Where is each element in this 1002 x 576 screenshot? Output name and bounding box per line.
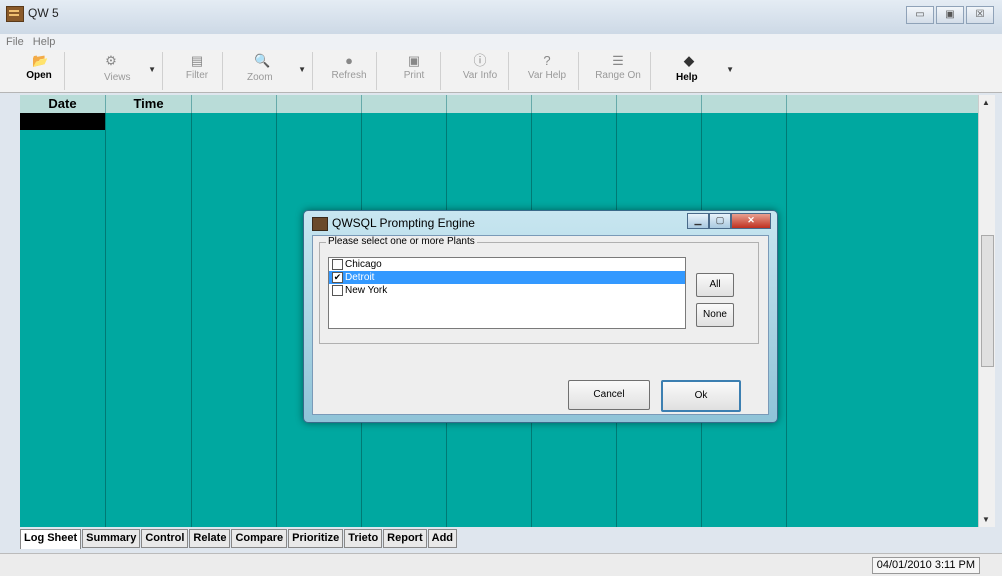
app-icon: [6, 6, 24, 22]
folder-icon: 📂: [32, 53, 49, 68]
header-time[interactable]: Time: [106, 95, 192, 113]
minimize-button[interactable]: ▭: [906, 6, 934, 24]
header-col-8[interactable]: [617, 95, 702, 113]
checkbox-new-york[interactable]: [332, 285, 343, 296]
selected-cell[interactable]: [20, 113, 105, 130]
dialog-body: Please select one or more Plants Chicago…: [312, 235, 769, 415]
refresh-button[interactable]: ● Refresh: [322, 52, 377, 90]
plants-listbox[interactable]: Chicago ✔ Detroit New York: [328, 257, 686, 329]
status-bar: 04/01/2010 3:11 PM: [0, 553, 1002, 576]
grid-column: [192, 113, 277, 527]
scroll-thumb[interactable]: [981, 235, 994, 367]
toolbar: 📂 Open ⚙ Views ▼ ▤ Filter 🔍 Zoom ▼ ● Ref…: [0, 50, 1002, 93]
open-button[interactable]: 📂 Open: [14, 52, 65, 90]
chevron-down-icon[interactable]: ▼: [726, 65, 734, 74]
none-button[interactable]: None: [696, 303, 734, 327]
plants-group: Please select one or more Plants Chicago…: [319, 236, 759, 344]
list-item-detroit[interactable]: ✔ Detroit: [329, 271, 685, 284]
menu-bar: File Help: [0, 34, 1002, 50]
dialog-minimize-button[interactable]: ▁: [687, 213, 709, 229]
refresh-icon: ●: [345, 53, 353, 68]
grid-column: [20, 113, 106, 527]
scroll-up-arrow-icon[interactable]: ▲: [982, 98, 990, 107]
scroll-down-arrow-icon[interactable]: ▼: [982, 515, 990, 524]
dialog-window-controls: ▁ ▢ ✕: [687, 213, 771, 229]
views-icon: ⚙: [105, 53, 117, 68]
magnifier-icon: 🔍: [254, 53, 271, 68]
menu-file[interactable]: File: [6, 36, 24, 48]
header-col-4[interactable]: [277, 95, 362, 113]
header-col-7[interactable]: [532, 95, 617, 113]
header-col-10[interactable]: [787, 95, 978, 113]
checkbox-chicago[interactable]: [332, 259, 343, 270]
help-book-icon: ◆: [684, 53, 694, 68]
chevron-down-icon[interactable]: ▼: [148, 65, 156, 74]
window-title: QW 5: [28, 6, 59, 20]
tab-log-sheet[interactable]: Log Sheet: [20, 529, 82, 549]
plants-group-label: Please select one or more Plants: [326, 236, 477, 247]
question-icon: ?: [543, 53, 551, 68]
title-bar: QW 5 ▭ ▣ ☒: [0, 0, 1002, 35]
close-button[interactable]: ☒: [966, 6, 994, 24]
help-button[interactable]: ◆ Help ▼: [660, 52, 740, 90]
sheet-tabs: Log Sheet Summary Control Relate Compare…: [20, 529, 458, 549]
checkbox-detroit[interactable]: ✔: [332, 272, 343, 283]
header-col-6[interactable]: [447, 95, 532, 113]
status-datetime: 04/01/2010 3:11 PM: [871, 557, 980, 574]
zoom-button[interactable]: 🔍 Zoom ▼: [232, 52, 313, 90]
var-info-button[interactable]: ⓘ Var Info: [452, 52, 509, 90]
prompting-engine-dialog: QWSQL Prompting Engine ▁ ▢ ✕ Please sele…: [303, 210, 778, 423]
tab-summary[interactable]: Summary: [82, 529, 141, 548]
window-controls: ▭ ▣ ☒: [906, 6, 994, 24]
header-col-9[interactable]: [702, 95, 787, 113]
list-item-chicago[interactable]: Chicago: [329, 258, 685, 271]
dialog-title: QWSQL Prompting Engine: [332, 216, 475, 230]
header-col-5[interactable]: [362, 95, 447, 113]
dialog-close-button[interactable]: ✕: [731, 213, 771, 229]
menu-help[interactable]: Help: [33, 36, 56, 48]
tab-add[interactable]: Add: [427, 529, 458, 548]
chevron-down-icon[interactable]: ▼: [298, 65, 306, 74]
filter-icon: ▤: [190, 53, 204, 68]
header-date[interactable]: Date: [20, 95, 106, 113]
dialog-app-icon: [312, 217, 328, 231]
header-col-3[interactable]: [192, 95, 277, 113]
tab-compare[interactable]: Compare: [231, 529, 288, 548]
tab-prioritize[interactable]: Prioritize: [288, 529, 344, 548]
filter-button[interactable]: ▤ Filter: [172, 52, 223, 90]
dialog-maximize-button[interactable]: ▢: [709, 213, 731, 229]
tab-relate[interactable]: Relate: [189, 529, 231, 548]
cancel-button[interactable]: Cancel: [568, 380, 650, 410]
range-icon: ☰: [612, 53, 624, 68]
list-item-new-york[interactable]: New York: [329, 284, 685, 297]
views-button[interactable]: ⚙ Views ▼: [82, 52, 163, 90]
range-on-button[interactable]: ☰ Range On: [586, 52, 651, 90]
print-button[interactable]: ▣ Print: [388, 52, 441, 90]
tab-trieto[interactable]: Trieto: [344, 529, 383, 548]
info-icon: ⓘ: [473, 53, 487, 68]
tab-control[interactable]: Control: [141, 529, 189, 548]
grid-column: [106, 113, 192, 527]
maximize-button[interactable]: ▣: [936, 6, 964, 24]
var-help-button[interactable]: ? Var Help: [516, 52, 579, 90]
printer-icon: ▣: [407, 53, 421, 68]
ok-button[interactable]: Ok: [661, 380, 741, 412]
tab-report[interactable]: Report: [383, 529, 427, 548]
all-button[interactable]: All: [696, 273, 734, 297]
vertical-scrollbar[interactable]: ▲ ▼: [978, 95, 995, 527]
